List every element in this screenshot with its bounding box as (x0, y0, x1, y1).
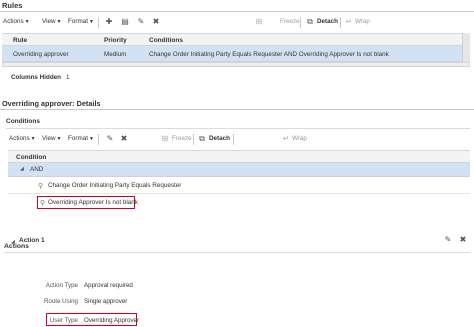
freeze-icon[interactable]: ⊞ (254, 17, 264, 26)
action-title: Action 1 (19, 237, 45, 244)
format-menu[interactable]: Format▼ (68, 18, 94, 25)
detach-button[interactable]: Detach (209, 135, 230, 142)
format-menu[interactable]: Format▼ (68, 135, 94, 142)
priority-cell: Medium (104, 51, 127, 58)
collapse-icon[interactable]: ◢ (20, 166, 24, 172)
toolbar-separator (98, 17, 99, 28)
conditions-divider (6, 128, 470, 129)
route-using-value: Single approver (84, 298, 128, 305)
wrap-button[interactable]: Wrap (292, 135, 307, 142)
rules-table-header: Rule Priority Conditions (2, 33, 462, 46)
edit-icon[interactable]: ✎ (443, 235, 453, 244)
toolbar-separator (340, 17, 341, 28)
highlight-box (46, 313, 137, 326)
rule-cell: Overriding approver (13, 51, 69, 58)
details-divider (0, 109, 474, 110)
column-header-condition[interactable]: Condition (16, 154, 46, 161)
edit-icon[interactable]: ✎ (136, 17, 146, 26)
actions-menu[interactable]: Actions▼ (3, 18, 30, 25)
add-icon[interactable]: ✚ (104, 17, 114, 26)
column-header-rule[interactable]: Rule (13, 37, 27, 44)
toolbar-separator (300, 17, 301, 28)
freeze-button[interactable]: Freeze (172, 135, 192, 142)
action-type-value: Approval required (84, 282, 133, 289)
delete-icon[interactable]: ✖ (458, 235, 468, 244)
condition-icon: ⚲ (38, 183, 44, 190)
actions-divider (4, 252, 470, 253)
toolbar-separator (98, 134, 99, 145)
details-heading: Overriding approver: Details (2, 99, 101, 108)
view-menu[interactable]: View▼ (42, 135, 62, 142)
rules-heading: Rules (2, 1, 23, 10)
delete-icon[interactable]: ✖ (151, 17, 161, 26)
conditions-table-header: Condition (8, 150, 470, 163)
actions-heading: Actions (4, 243, 29, 250)
edit-icon[interactable]: ✎ (105, 134, 115, 143)
freeze-icon[interactable]: ⊞ (160, 134, 170, 143)
column-header-conditions[interactable]: Conditions (149, 37, 183, 44)
tree-row[interactable]: ⚲ Change Order Initiating Party Equals R… (8, 177, 470, 194)
detach-icon[interactable]: ⧉ (197, 134, 207, 143)
tree-row[interactable]: ◢ AND (8, 163, 470, 177)
columns-hidden-label: Columns Hidden (11, 74, 62, 81)
action-type-label: Action Type (45, 282, 78, 289)
horizontal-scrollbar[interactable] (2, 62, 470, 67)
conditions-heading: Conditions (6, 118, 40, 125)
columns-hidden-count: 1 (66, 74, 70, 81)
highlight-box (37, 196, 135, 209)
route-using-label: Route Using (43, 298, 78, 305)
freeze-button[interactable]: Freeze (280, 18, 300, 25)
vertical-scrollbar[interactable] (462, 33, 470, 62)
wrap-button[interactable]: Wrap (355, 18, 370, 25)
group-operator: AND (30, 166, 44, 173)
actions-menu[interactable]: Actions▼ (9, 135, 36, 142)
wrap-icon[interactable]: ↵ (281, 134, 291, 143)
delete-icon[interactable]: ✖ (119, 134, 129, 143)
condition-label: Change Order Initiating Party Equals Req… (48, 182, 182, 189)
wrap-icon[interactable]: ↵ (344, 17, 354, 26)
toolbar-separator (193, 134, 194, 145)
view-menu[interactable]: View▼ (42, 18, 62, 25)
conditions-cell: Change Order Initiating Party Equals Req… (149, 51, 389, 58)
table-icon[interactable]: ▤ (120, 17, 130, 26)
detach-button[interactable]: Detach (317, 18, 338, 25)
toolbar-separator (233, 134, 234, 145)
table-row[interactable]: Overriding approver Medium Change Order … (2, 46, 462, 62)
rules-divider (0, 11, 474, 12)
detach-icon[interactable]: ⧉ (305, 17, 315, 26)
column-header-priority[interactable]: Priority (104, 37, 127, 44)
collapse-icon[interactable]: ◢ (11, 239, 15, 245)
